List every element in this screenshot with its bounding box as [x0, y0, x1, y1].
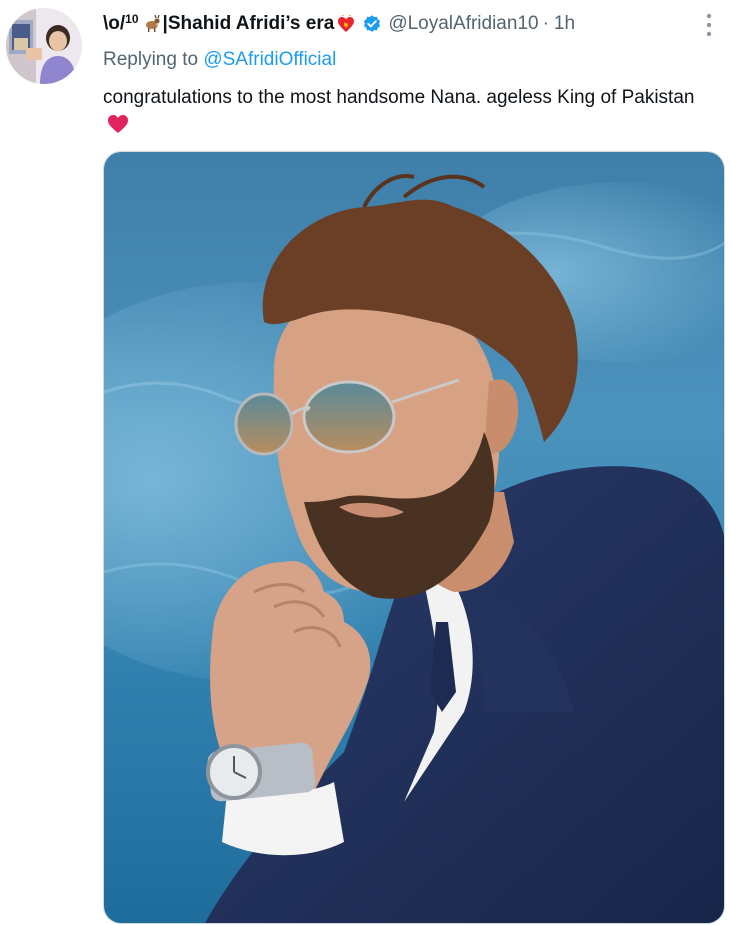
- user-handle[interactable]: @LoyalAfridian10: [388, 9, 538, 39]
- tweet-photo[interactable]: [103, 151, 725, 924]
- replying-to: Replying to @SAfridiOfficial: [103, 46, 336, 74]
- separator-dot: ·: [542, 13, 549, 34]
- reply-mention-link[interactable]: @SAfridiOfficial: [203, 49, 336, 70]
- tweet-text-body: congratulations to the most handsome Nan…: [103, 87, 695, 108]
- display-name-text: |Shahid Afridi’s era: [162, 13, 335, 34]
- timestamp[interactable]: 1h: [554, 9, 575, 39]
- more-vertical-icon[interactable]: [702, 12, 716, 38]
- display-name-prefix: \o/: [103, 13, 126, 34]
- heart-on-fire-icon: [338, 14, 355, 32]
- photo-image: [104, 152, 724, 923]
- goat-icon: [145, 14, 160, 32]
- display-name[interactable]: \o/ 10 |Shahid Afridi’s era: [103, 9, 356, 39]
- tweet[interactable]: \o/ 10 |Shahid Afridi’s era @LoyalAfridi…: [0, 0, 731, 925]
- tweet-text: congratulations to the most handsome Nan…: [103, 84, 713, 140]
- avatar[interactable]: [6, 8, 82, 84]
- avatar-image: [6, 8, 82, 84]
- red-heart-icon: [108, 115, 128, 133]
- tweet-header: \o/ 10 |Shahid Afridi’s era @LoyalAfridi…: [103, 9, 575, 39]
- verified-badge-icon[interactable]: [362, 14, 382, 34]
- replying-to-label: Replying to: [103, 49, 199, 70]
